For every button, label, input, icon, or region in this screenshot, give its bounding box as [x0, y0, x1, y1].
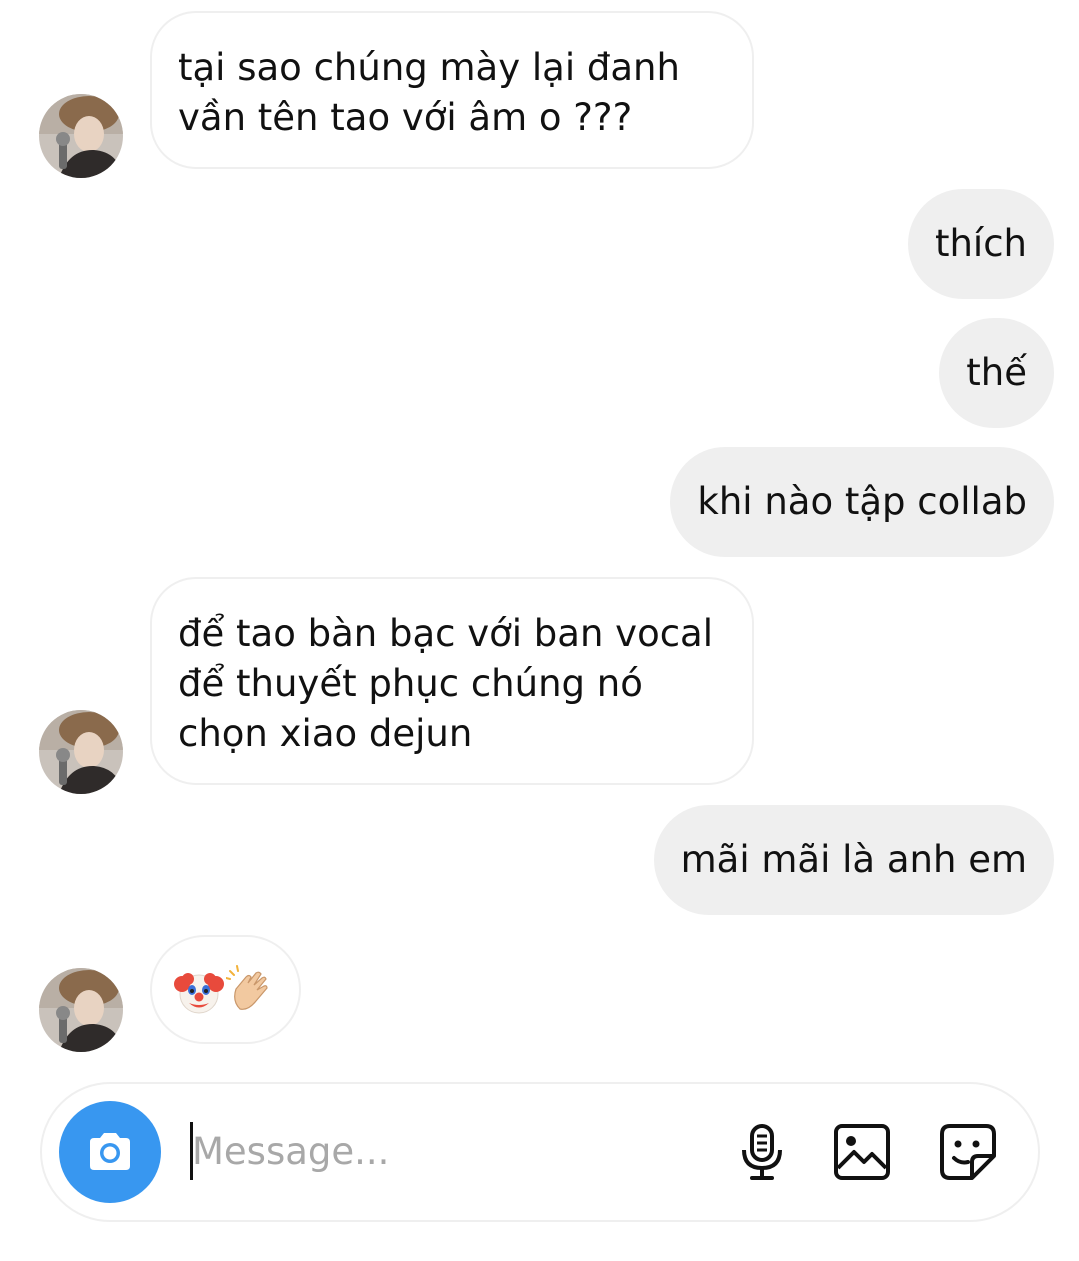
- message-text-line: chọn xiao dejun: [178, 712, 473, 755]
- sender-avatar[interactable]: [39, 968, 123, 1052]
- message-text: khi nào tập collab: [697, 480, 1027, 523]
- incoming-emoji-bubble[interactable]: [150, 935, 301, 1044]
- outgoing-message-bubble[interactable]: mãi mãi là anh em: [653, 805, 1054, 915]
- camera-icon: [90, 1133, 130, 1170]
- microphone-icon[interactable]: [730, 1120, 794, 1184]
- sticker-icon[interactable]: [936, 1120, 1000, 1184]
- message-input[interactable]: [192, 1120, 692, 1182]
- message-text-line: để thuyết phục chúng nó: [178, 662, 643, 705]
- message-text-line: tại sao chúng mày lại đanh: [178, 46, 680, 89]
- sender-avatar[interactable]: [39, 94, 123, 178]
- message-composer: [40, 1082, 1040, 1222]
- outgoing-message-bubble[interactable]: thế: [939, 318, 1054, 428]
- incoming-message-bubble[interactable]: tại sao chúng mày lại đanh vần tên tao v…: [150, 11, 754, 169]
- outgoing-message-bubble[interactable]: khi nào tập collab: [670, 447, 1054, 557]
- outgoing-message-bubble[interactable]: thích: [907, 189, 1054, 299]
- image-icon[interactable]: [830, 1120, 894, 1184]
- message-text-line: để tao bàn bạc với ban vocal: [178, 612, 714, 655]
- chat-screen: tại sao chúng mày lại đanh vần tên tao v…: [0, 0, 1079, 1261]
- message-text-line: vần tên tao với âm o ???: [178, 96, 633, 139]
- camera-button[interactable]: [59, 1101, 161, 1203]
- message-text: thích: [934, 222, 1027, 265]
- sender-avatar[interactable]: [39, 710, 123, 794]
- incoming-message-bubble[interactable]: để tao bàn bạc với ban vocal để thuyết p…: [150, 577, 754, 785]
- message-text: mãi mãi là anh em: [680, 838, 1027, 881]
- clapping-hands-icon: [226, 965, 268, 1010]
- message-text: thế: [966, 351, 1027, 394]
- clown-face-icon: [174, 973, 224, 1014]
